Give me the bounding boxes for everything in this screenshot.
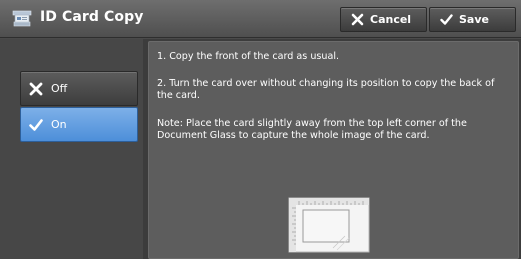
- instruction-step-2: 2. Turn the card over without changing i…: [157, 78, 495, 101]
- header-bar: ID Card Copy Cancel Save: [0, 0, 521, 38]
- save-button[interactable]: Save: [429, 7, 516, 32]
- option-off-label: Off: [51, 82, 68, 95]
- id-card-copy-icon: [12, 10, 32, 27]
- instruction-note: Note: Place the card slightly away from …: [157, 118, 467, 141]
- card-placement-illustration: [288, 197, 370, 253]
- option-list: Off On: [0, 39, 143, 259]
- x-icon: [29, 82, 43, 95]
- cancel-button-label: Cancel: [370, 13, 412, 26]
- instruction-step-1: 1. Copy the front of the card as usual.: [157, 51, 340, 62]
- instructions-panel: 1. Copy the front of the card as usual. …: [148, 41, 519, 259]
- x-icon: [351, 13, 364, 26]
- option-off-button[interactable]: Off: [20, 71, 138, 106]
- checkmark-icon: [440, 14, 453, 25]
- option-on-label: On: [51, 118, 67, 131]
- option-on-button[interactable]: On: [20, 107, 138, 142]
- page-title: ID Card Copy: [40, 9, 144, 25]
- checkmark-icon: [29, 118, 43, 131]
- content-area: Off On 1. Copy the front of the card as …: [0, 39, 521, 259]
- save-button-label: Save: [459, 13, 489, 26]
- cancel-button[interactable]: Cancel: [340, 7, 427, 32]
